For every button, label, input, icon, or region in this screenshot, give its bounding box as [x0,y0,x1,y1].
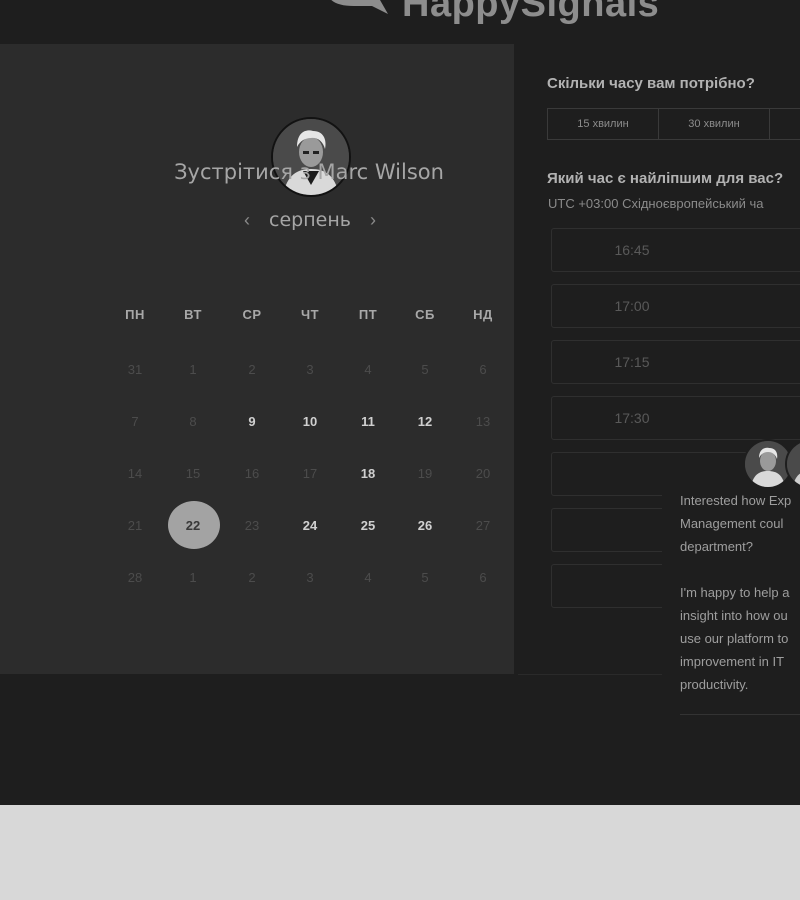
weekday-header: ЧТ [300,307,320,322]
calendar-day-unavailable: 23 [244,518,260,533]
duration-option-15[interactable]: 15 хвилин [547,108,659,140]
chat-divider [680,714,800,715]
calendar-day-unavailable: 14 [127,466,143,481]
calendar-day-unavailable: 20 [475,466,491,481]
weekday-header: ПТ [358,307,378,322]
calendar-day-available[interactable]: 26 [398,516,452,536]
chat-message-intro: Interested how Exp Management coul depar… [680,493,792,554]
calendar-day-unavailable: 31 [127,362,143,377]
calendar-day-unavailable: 15 [185,466,201,481]
time-slot[interactable]: 17:00 [551,284,800,328]
calendar-day-unavailable: 4 [364,570,372,585]
calendar-day-unavailable: 5 [421,570,429,585]
calendar-day-unavailable: 2 [248,570,256,585]
calendar-day-selected[interactable]: 22 [166,516,220,536]
time-slot[interactable]: 17:15 [551,340,800,384]
calendar-day-available[interactable]: 25 [341,516,395,536]
speech-bubble-logo-icon [331,0,388,14]
calendar-day-unavailable: 13 [475,414,491,429]
calendar-day-unavailable: 16 [244,466,260,481]
month-navigation: ‹ серпень › [240,206,380,234]
calendar-day-unavailable: 3 [306,362,314,377]
weekday-header: СР [242,307,262,322]
calendar-day-available[interactable]: 9 [225,412,279,432]
calendar-day-unavailable: 1 [189,362,197,377]
meeting-title: Зустрітися з Marc Wilson [174,160,444,184]
time-slot[interactable]: 16:45 [551,228,800,272]
calendar-day-unavailable: 7 [131,414,139,429]
weekday-header: ПН [125,307,145,322]
duration-question: Скільки часу вам потрібно? [547,75,755,92]
timezone-label[interactable]: UTC +03:00 Східноєвропейський ча [548,196,763,211]
calendar-day-unavailable: 1 [189,570,197,585]
calendar-day-unavailable: 21 [127,518,143,533]
calendar-day-available[interactable]: 10 [283,412,337,432]
calendar-day-unavailable: 2 [248,362,256,377]
time-question: Який час є найліпшим для вас? [547,170,784,187]
brand-logo[interactable]: HappySignals [318,0,659,30]
calendar-day-unavailable: 27 [475,518,491,533]
calendar-day-available[interactable]: 18 [341,464,395,484]
scheduler-page: HappySignals Зустрітися з Marc Wilson ‹ … [0,0,800,805]
calendar-day-available[interactable]: 11 [341,412,395,432]
calendar-day-unavailable: 6 [479,570,487,585]
calendar-day-unavailable: 17 [302,466,318,481]
weekday-header: ВТ [184,307,202,322]
duration-option-30[interactable]: 30 хвилин [658,108,770,140]
chevron-right-icon[interactable]: › [366,210,380,231]
time-slot[interactable]: 17:30 [551,396,800,440]
calendar-day-available[interactable]: 24 [283,516,337,536]
month-label: серпень [269,209,351,231]
brand-name: HappySignals [402,0,660,25]
chevron-left-icon[interactable]: ‹ [240,210,254,231]
weekday-header: СБ [415,307,435,322]
calendar-day-available[interactable]: 12 [398,412,452,432]
calendar-day-unavailable: 28 [127,570,143,585]
calendar-day-unavailable: 19 [417,466,433,481]
calendar-day-unavailable: 4 [364,362,372,377]
calendar-day-unavailable: 6 [479,362,487,377]
duration-option-more[interactable] [769,108,800,140]
calendar-day-unavailable: 5 [421,362,429,377]
calendar-day-unavailable: 8 [189,414,197,429]
host-avatar [271,117,351,197]
duration-options: 15 хвилин 30 хвилин [547,108,800,140]
chat-message-offer: I'm happy to help a insight into how ou … [680,585,790,692]
weekday-header: НД [473,307,493,322]
calendar-day-unavailable: 3 [306,570,314,585]
